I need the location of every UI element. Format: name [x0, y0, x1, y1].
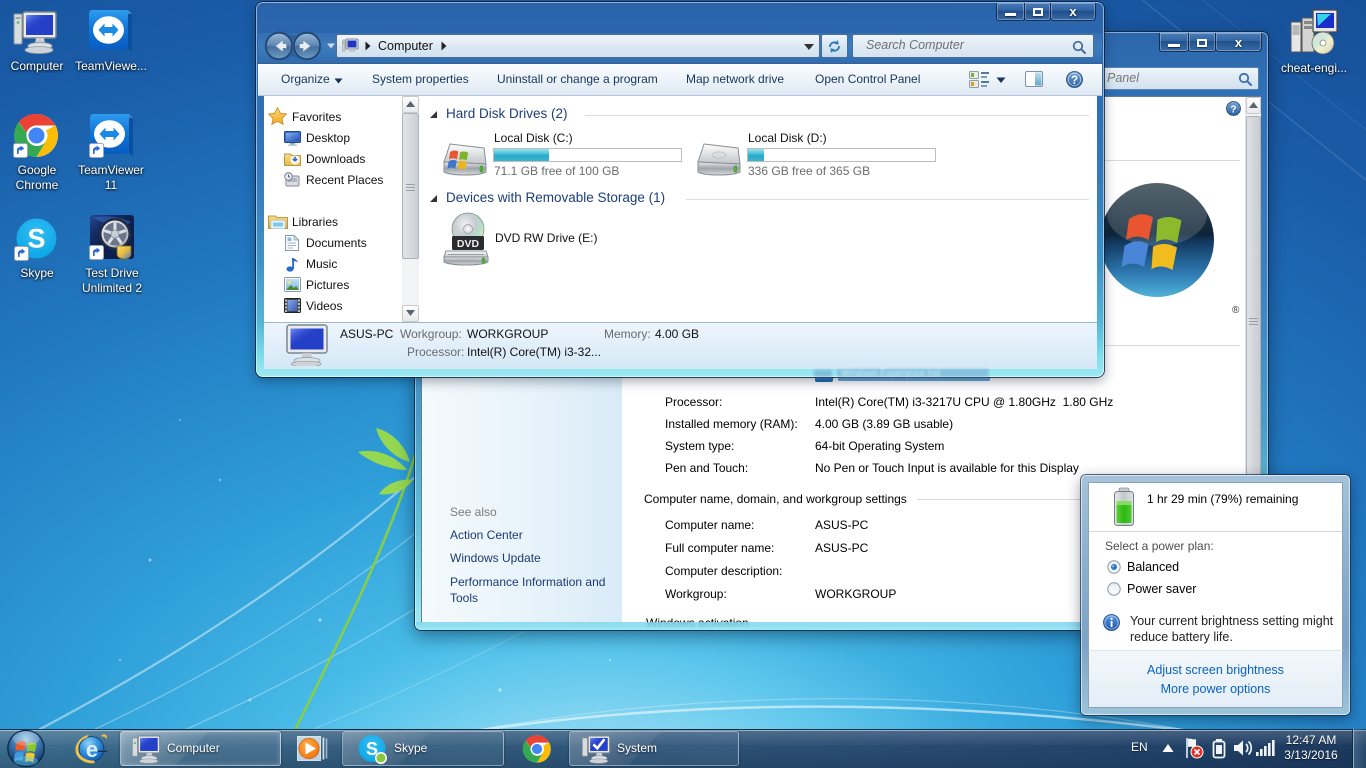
svg-text:e: e	[86, 737, 98, 762]
svg-text:S: S	[27, 224, 45, 254]
svg-text:?: ?	[1230, 104, 1236, 116]
svg-text:DVD: DVD	[457, 238, 480, 250]
svg-text:?: ?	[1071, 75, 1078, 87]
svg-text:®: ®	[1232, 305, 1240, 316]
